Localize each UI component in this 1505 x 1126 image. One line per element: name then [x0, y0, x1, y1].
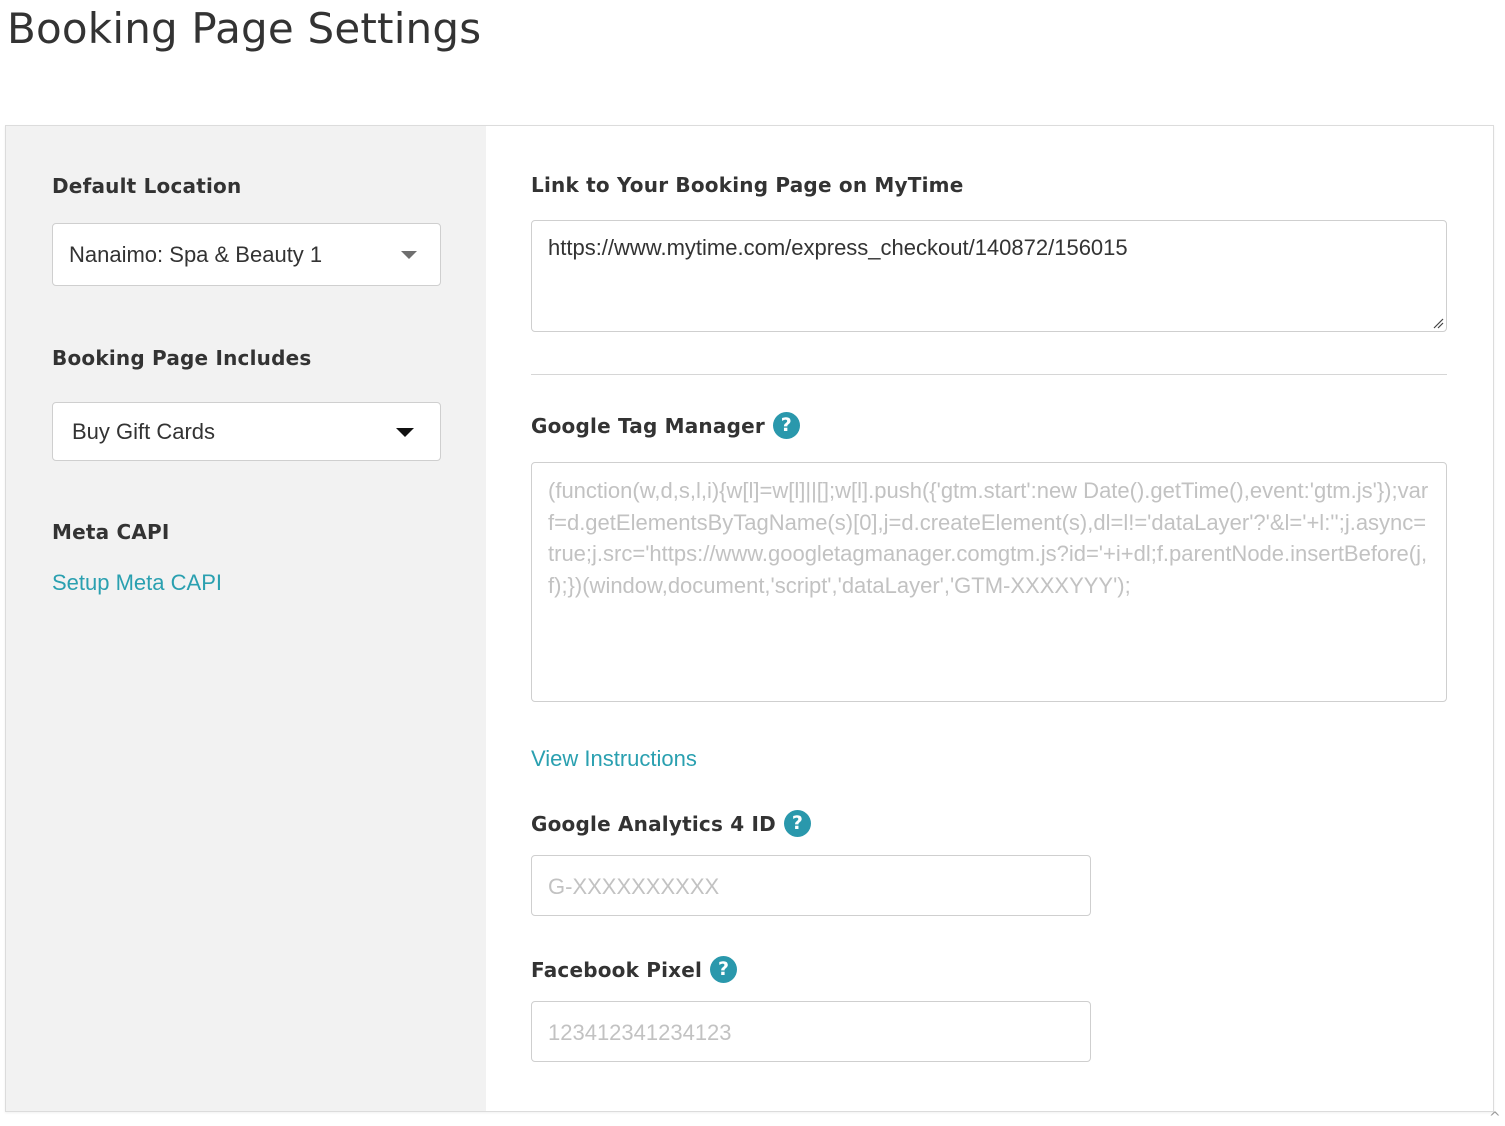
facebook-pixel-input[interactable]: 123412341234123 — [531, 1001, 1091, 1062]
gtm-placeholder: (function(w,d,s,l,i){w[l]=w[l]||[];w[l].… — [548, 478, 1429, 598]
booking-link-label: Link to Your Booking Page on MyTime — [531, 173, 964, 197]
default-location-label: Default Location — [52, 174, 242, 198]
caret-down-icon — [396, 428, 414, 437]
ga4-label-text: Google Analytics 4 ID — [531, 812, 776, 836]
booking-page-includes-select[interactable]: Buy Gift Cards — [52, 402, 441, 461]
ga4-label: Google Analytics 4 ID? — [531, 810, 811, 839]
ga4-placeholder: G-XXXXXXXXXX — [548, 874, 720, 899]
booking-link-value: https://www.mytime.com/express_checkout/… — [548, 235, 1128, 260]
booking-page-includes-label: Booking Page Includes — [52, 346, 312, 370]
settings-panel: Default Location Nanaimo: Spa & Beauty 1… — [5, 125, 1494, 1112]
section-divider — [531, 374, 1447, 375]
meta-capi-label: Meta CAPI — [52, 520, 170, 544]
gtm-label-text: Google Tag Manager — [531, 414, 765, 438]
gtm-label: Google Tag Manager? — [531, 412, 800, 441]
gtm-textarea[interactable]: (function(w,d,s,l,i){w[l]=w[l]||[];w[l].… — [531, 462, 1447, 702]
question-circle-icon[interactable]: ? — [710, 956, 738, 983]
booking-page-includes-value: Buy Gift Cards — [72, 418, 216, 444]
default-location-value: Nanaimo: Spa & Beauty 1 — [69, 241, 323, 267]
booking-link-textarea[interactable]: https://www.mytime.com/express_checkout/… — [531, 220, 1447, 332]
page-title: Booking Page Settings — [7, 4, 482, 53]
sidebar: Default Location Nanaimo: Spa & Beauty 1… — [6, 126, 486, 1111]
question-circle-icon[interactable]: ? — [772, 412, 800, 439]
default-location-select[interactable]: Nanaimo: Spa & Beauty 1 — [52, 223, 441, 286]
facebook-pixel-label-text: Facebook Pixel — [531, 958, 703, 982]
resize-grip-icon[interactable] — [1432, 317, 1444, 329]
view-instructions-link[interactable]: View Instructions — [531, 746, 697, 772]
facebook-pixel-label: Facebook Pixel? — [531, 956, 738, 985]
caret-down-icon — [401, 251, 417, 259]
ga4-input[interactable]: G-XXXXXXXXXX — [531, 855, 1091, 916]
facebook-pixel-placeholder: 123412341234123 — [548, 1020, 732, 1045]
scroll-up-indicator[interactable]: ^ — [1489, 1110, 1501, 1126]
setup-meta-capi-link[interactable]: Setup Meta CAPI — [52, 570, 222, 596]
question-circle-icon[interactable]: ? — [783, 810, 811, 837]
